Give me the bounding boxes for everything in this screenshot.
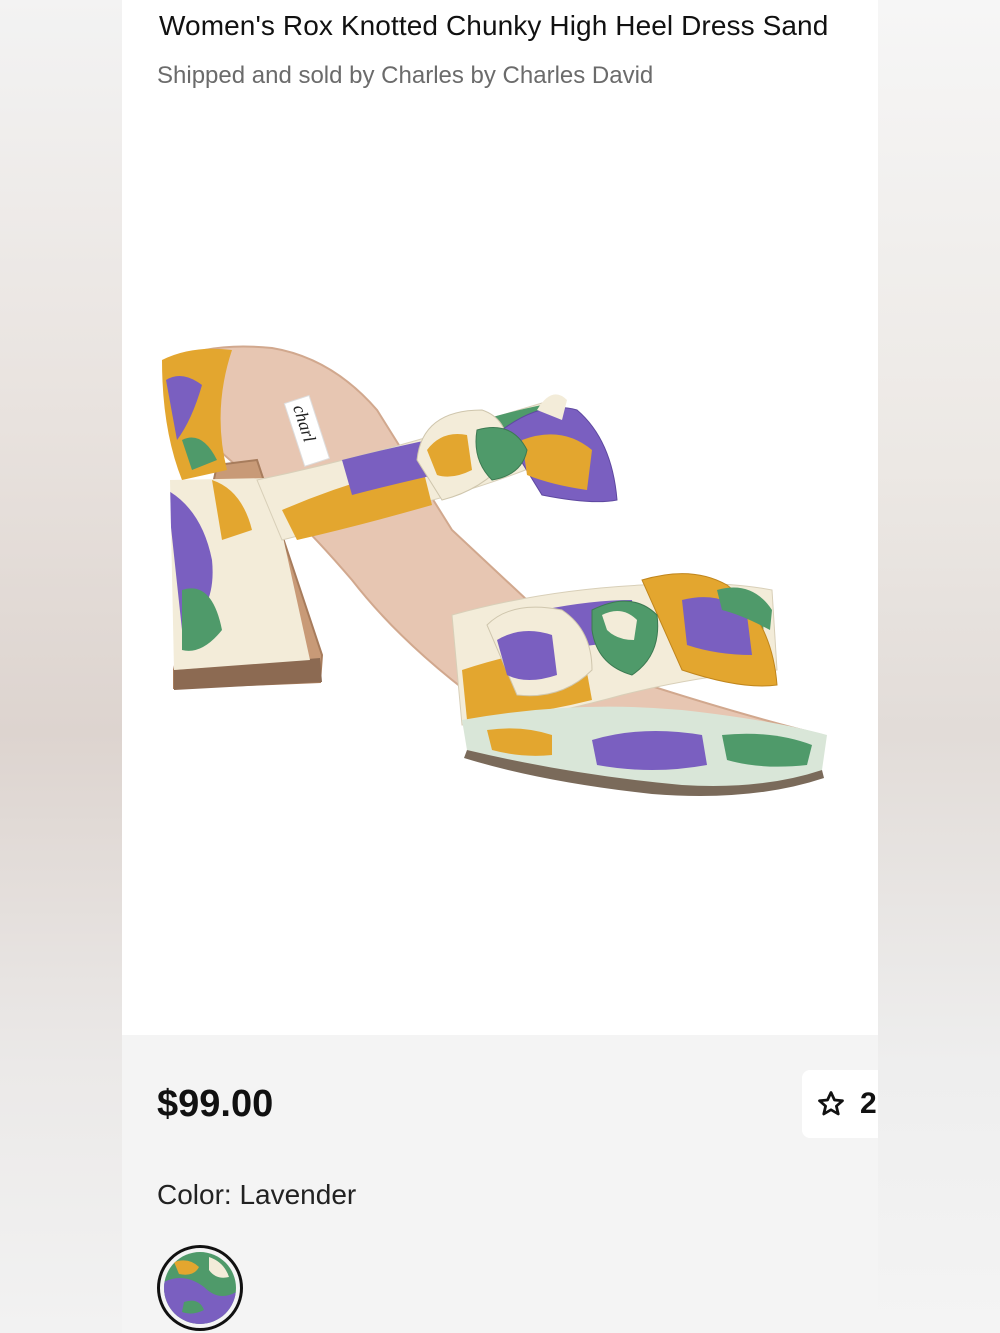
sandal-illustration: charl bbox=[162, 345, 827, 796]
color-swatch-lavender[interactable] bbox=[157, 1245, 243, 1331]
product-image[interactable]: charl bbox=[122, 110, 878, 1035]
star-outline-icon bbox=[818, 1091, 844, 1116]
favorite-count: 2 bbox=[860, 1087, 877, 1120]
color-label: Color: Lavender bbox=[157, 1179, 357, 1210]
swatch-pattern bbox=[164, 1252, 236, 1324]
favorite-button[interactable]: 2 bbox=[802, 1070, 878, 1138]
right-background bbox=[878, 0, 1000, 1333]
seller-line: Shipped and sold by Charles by Charles D… bbox=[157, 62, 654, 89]
price-panel: $99.00 2 Color: Lavender bbox=[122, 1035, 878, 1333]
product-title: Women's Rox Knotted Chunky High Heel Dre… bbox=[159, 10, 829, 41]
product-page: Women's Rox Knotted Chunky High Heel Dre… bbox=[122, 0, 878, 1333]
left-background bbox=[0, 0, 122, 1333]
price: $99.00 bbox=[157, 1083, 274, 1125]
